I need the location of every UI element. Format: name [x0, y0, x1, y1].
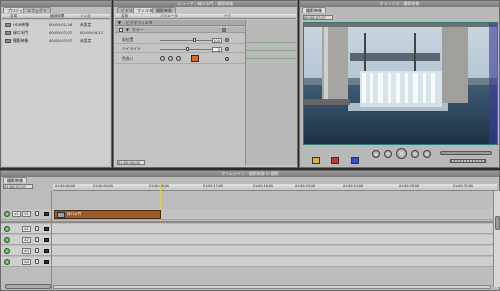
lock-icon[interactable] [35, 259, 39, 264]
play-in-out-button[interactable] [372, 150, 380, 158]
speaker-icon[interactable] [44, 260, 49, 264]
track-enable-v1[interactable] [4, 211, 10, 217]
column-name: 名前 [121, 14, 129, 18]
vertical-scrollbar[interactable] [493, 191, 500, 287]
column-name[interactable]: 名前 [10, 14, 17, 19]
color-subsection-row[interactable]: ▼ カラー [115, 27, 245, 33]
canvas-titlebar: キャンバス : 撮影映像 [300, 1, 499, 7]
color-picker-icon[interactable] [160, 56, 165, 61]
browser-header: 名前 継続時間 イン点 [2, 14, 110, 19]
sequence-icon [5, 39, 11, 43]
scroll-thumb[interactable] [495, 216, 500, 230]
slider-knob[interactable] [193, 38, 196, 42]
eyedropper-icon[interactable] [168, 56, 173, 61]
disclosure-triangle-icon[interactable]: ▼ [118, 20, 121, 26]
list-item[interactable]: 撮影映像 00:00:07;07 未設定 [2, 38, 110, 44]
tab-sequence[interactable]: 撮影映像 [152, 7, 176, 13]
timeline-panel: タイムライン : 撮影映像 in 撮影 撮影映像 01:00:07;07 01:… [0, 170, 500, 291]
param-slider[interactable] [160, 40, 212, 41]
track-enable-a1[interactable] [4, 226, 10, 232]
canvas-panel: キャンバス : 撮影映像 撮影映像 00:00:07;07 [299, 0, 500, 168]
viewer-header: 名前 パラメータ ナビ [115, 14, 296, 19]
column-parameters: パラメータ [160, 14, 178, 18]
param-value-field[interactable]: 0 [212, 47, 222, 52]
insert-button[interactable] [312, 157, 320, 164]
keyframe-button-icon[interactable] [225, 57, 229, 61]
shuttle-slider[interactable] [440, 151, 492, 155]
overwrite-button[interactable] [331, 157, 339, 164]
param-row: 彩位置 100 [115, 36, 245, 44]
horizontal-scrollbar[interactable] [53, 285, 491, 289]
lock-icon[interactable] [35, 237, 39, 242]
viewer-timecode[interactable]: 01:00:00;00 [117, 160, 145, 165]
speaker-icon[interactable] [44, 238, 49, 242]
timeline-clip[interactable]: 緑口水門 [54, 210, 161, 219]
checkbox[interactable] [119, 28, 123, 32]
keyframe-graph-area[interactable] [245, 20, 297, 165]
track-enable-a4[interactable] [4, 259, 10, 265]
slider-knob[interactable] [186, 47, 189, 51]
track-v1: v1 V1 緑口水門 [1, 209, 500, 220]
sequence-icon [5, 23, 11, 27]
tab-effects[interactable]: エフェクト [23, 7, 51, 13]
jog-wheel[interactable] [450, 159, 486, 163]
track-label-v1[interactable]: V1 [22, 211, 31, 217]
color-swatch[interactable] [191, 55, 199, 62]
list-item[interactable]: 緑口水門 00:00:07;07 00:00:04;17 [2, 30, 110, 36]
lock-icon[interactable] [35, 248, 39, 253]
column-in[interactable]: イン点 [80, 14, 91, 19]
tab-timeline-sequence[interactable]: 撮影映像 [3, 177, 27, 183]
clip-icon [5, 31, 11, 35]
source-patch-v1[interactable]: v1 [12, 211, 21, 217]
tab-canvas-sequence[interactable]: 撮影映像 [302, 7, 326, 13]
track-enable-a2[interactable] [4, 237, 10, 243]
param-row: ハイライト 0 [115, 45, 245, 53]
browser-panel: プロジェクト エフェクト 名前 継続時間 イン点 HDR映像 00:00:01;… [0, 0, 112, 168]
monitor-icon[interactable] [44, 212, 49, 216]
column-nav: ナビ [224, 14, 232, 18]
track-enable-a3[interactable] [4, 248, 10, 254]
speaker-icon[interactable] [44, 249, 49, 253]
keyframe-button-icon[interactable] [225, 38, 229, 42]
match-frame-button[interactable] [423, 150, 431, 158]
column-duration[interactable]: 継続時間 [50, 14, 64, 19]
reset-icon[interactable] [222, 28, 226, 32]
keyframe-button-icon[interactable] [225, 47, 229, 51]
video-frame [303, 22, 498, 145]
param-row: 色合い [115, 54, 245, 64]
browser-list: HDR映像 00:00:01;28 未設定 緑口水門 00:00:07;07 0… [2, 20, 110, 166]
speaker-icon[interactable] [44, 227, 49, 231]
canvas-timecode[interactable]: 00:00:07;07 [303, 15, 333, 20]
filter-section-row[interactable]: ▼ ビデオフィルタ [115, 20, 245, 26]
zoom-slider[interactable] [5, 284, 51, 289]
replace-button[interactable] [351, 157, 359, 164]
play-button[interactable] [396, 148, 407, 159]
lock-icon[interactable] [35, 226, 39, 231]
track-a4: A4 [1, 257, 500, 267]
lock-icon[interactable] [35, 211, 39, 216]
track-label-a4[interactable]: A4 [22, 259, 31, 265]
track-a3: A3 [1, 246, 500, 256]
timeline-titlebar: タイムライン : 撮影映像 in 撮影 [1, 171, 499, 177]
track-a1: A1 [1, 224, 500, 234]
track-label-a3[interactable]: A3 [22, 248, 31, 254]
timeline-timecode[interactable]: 01:00:07;07 [3, 184, 33, 189]
color-wheel-icon[interactable] [176, 56, 181, 61]
prev-edit-button[interactable] [384, 150, 392, 158]
track-label-a1[interactable]: A1 [22, 226, 31, 232]
clip-thumbnail [57, 212, 65, 218]
disclosure-triangle-icon[interactable]: ▼ [126, 27, 129, 33]
video-image [304, 23, 497, 144]
list-item[interactable]: HDR映像 00:00:01;28 未設定 [2, 22, 110, 28]
next-edit-button[interactable] [411, 150, 419, 158]
timeline-ruler[interactable]: 01:00:00;00 01:00:04;00 01:00:08;00 01:0… [53, 184, 497, 191]
param-value-field[interactable]: 100 [212, 38, 222, 43]
track-label-a2[interactable]: A2 [22, 237, 31, 243]
transport-controls [370, 147, 436, 161]
viewer-panel: ビューア : 緑口水門 : 撮影映像 ビデオ フィルタ 撮影映像 名前 パラメー… [113, 0, 298, 168]
track-a2: A2 [1, 235, 500, 245]
